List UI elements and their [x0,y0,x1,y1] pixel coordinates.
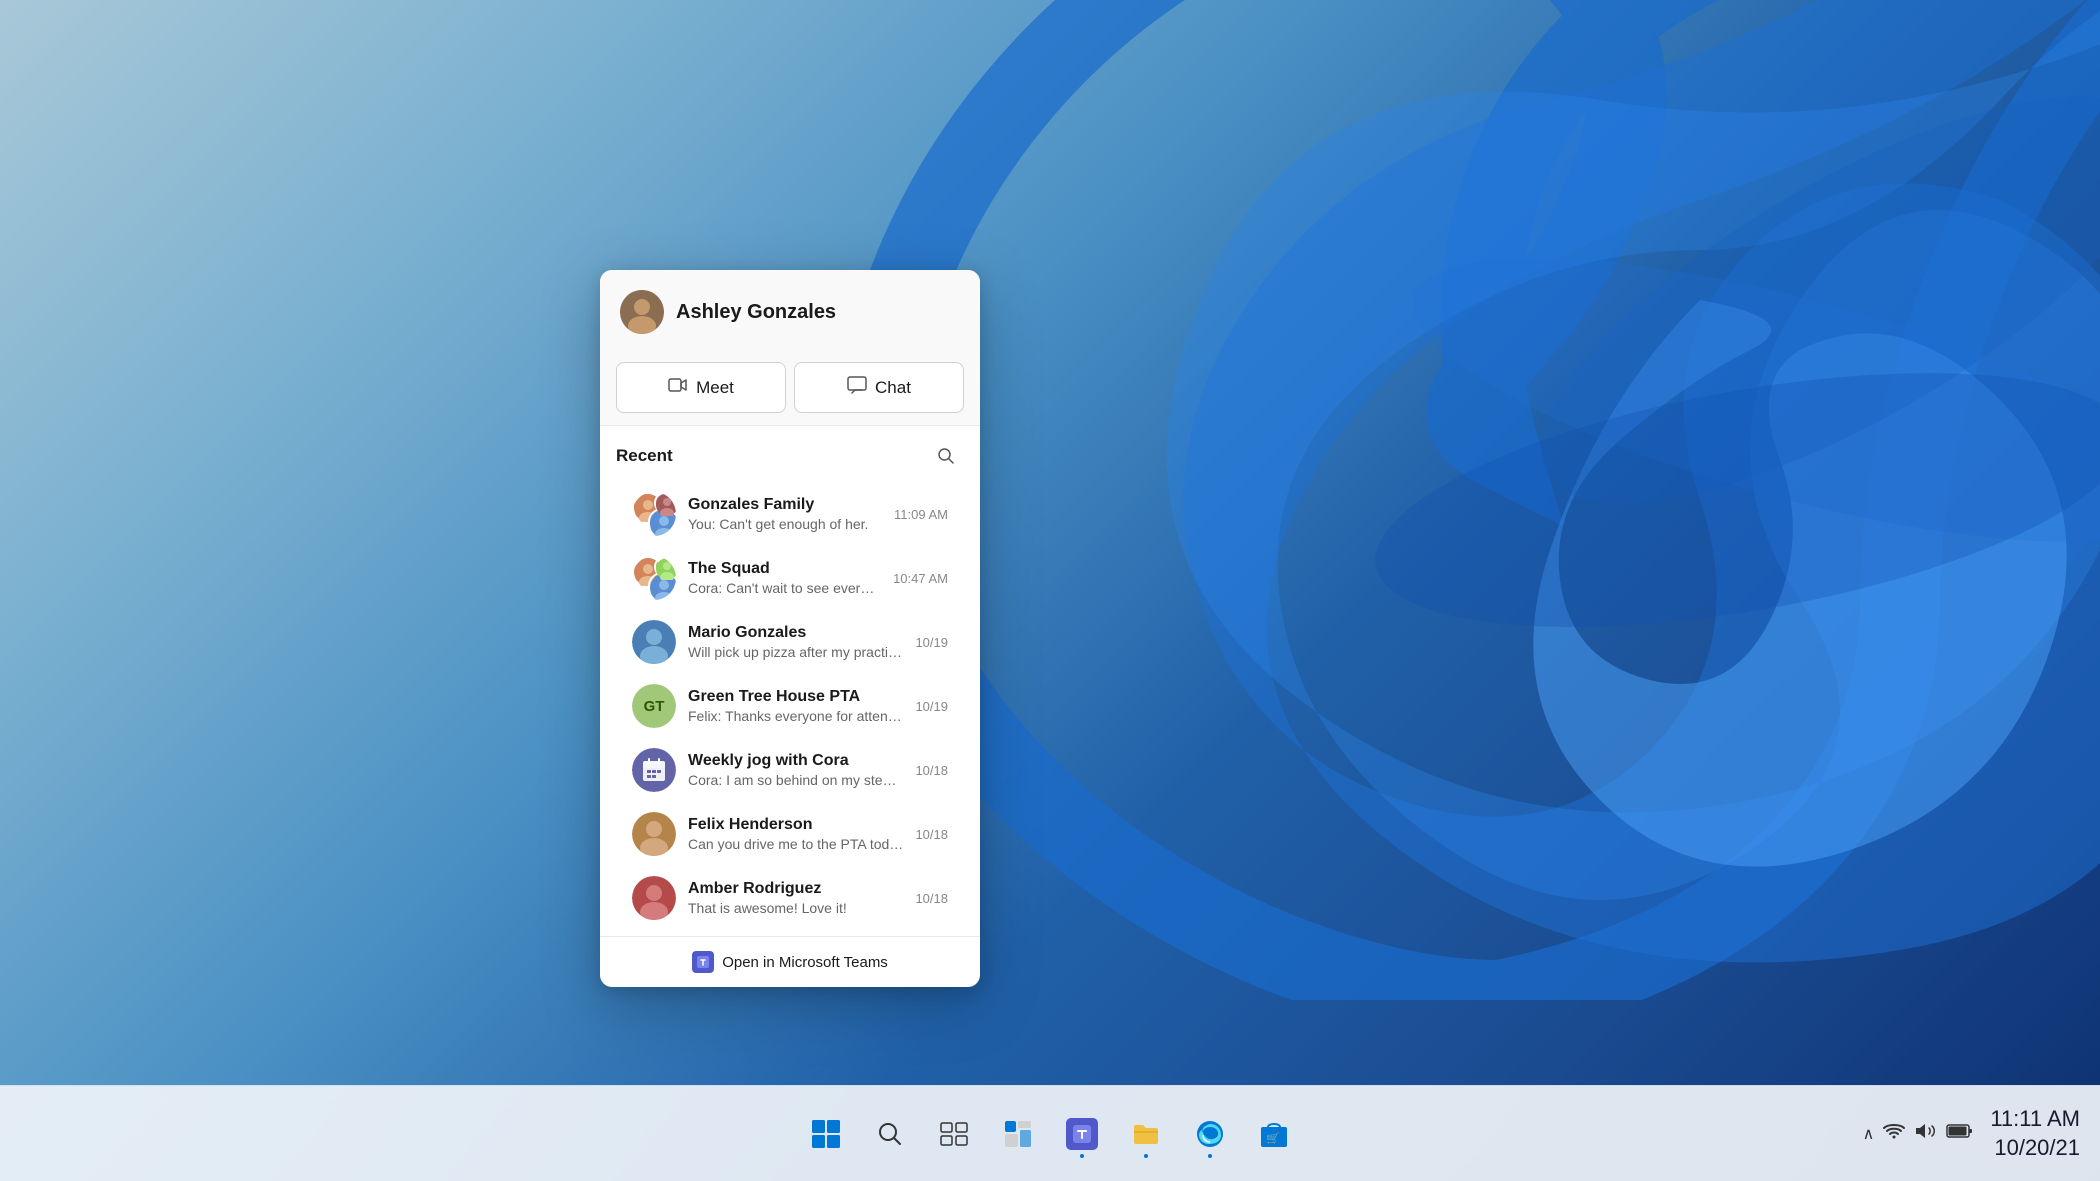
chat-item-info: Weekly jog with Cora Cora: I am so behin… [688,752,903,788]
recent-section: Recent [600,426,980,930]
chat-item-info: Green Tree House PTA Felix: Thanks every… [688,688,903,724]
chat-item-info: Amber Rodriguez That is awesome! Love it… [688,880,903,916]
list-item[interactable]: Weekly jog with Cora Cora: I am so behin… [616,738,964,802]
svg-text:🛒: 🛒 [1266,1132,1280,1145]
chat-actions: Meet Chat [600,350,980,426]
chat-item-info: The Squad Cora: Can't wait to see everyo… [688,560,881,596]
video-icon [668,375,688,400]
chat-item-time: 10/18 [915,891,948,906]
chat-item-name: Weekly jog with Cora [688,752,903,770]
taskbar-edge-button[interactable] [1184,1108,1236,1160]
chat-item-name: Gonzales Family [688,496,882,514]
group-avatar-the-squad [632,556,676,600]
group-avatar-gonzales-family [632,492,676,536]
user-avatar [620,290,664,334]
chat-item-time: 10:47 AM [893,571,948,586]
tray-expand-icon[interactable]: ∧ [1863,1124,1875,1144]
chat-item-preview: Will pick up pizza after my practice. [688,644,903,660]
taskbar-start-button[interactable] [800,1108,852,1160]
avatar-green-tree-house: GT [632,684,676,728]
chat-item-time: 10/18 [915,763,948,778]
taskbar-date-display: 10/20/21 [1990,1134,2080,1163]
chat-item-time: 10/19 [915,699,948,714]
list-item[interactable]: Amber Rodriguez That is awesome! Love it… [616,866,964,930]
chat-item-info: Gonzales Family You: Can't get enough of… [688,496,882,532]
chat-icon [847,375,867,400]
popup-user-name: Ashley Gonzales [676,301,836,324]
recent-header: Recent [616,438,964,474]
taskbar-store-button[interactable]: 🛒 [1248,1108,1300,1160]
chat-label: Chat [875,378,911,398]
open-teams-button[interactable]: Open in Microsoft Teams [600,936,980,987]
recent-label: Recent [616,446,673,466]
taskbar-system-tray: ∧ [1863,1105,2080,1162]
wifi-icon[interactable] [1882,1119,1906,1149]
meet-label: Meet [696,378,734,398]
meet-button[interactable]: Meet [616,362,786,413]
chat-item-preview: You: Can't get enough of her. [688,516,882,532]
battery-icon[interactable] [1946,1121,1974,1147]
wallpaper-swirl [800,0,2100,1000]
avatar-amber-rodriguez [632,876,676,920]
chat-item-name: Green Tree House PTA [688,688,903,706]
list-item[interactable]: Gonzales Family You: Can't get enough of… [616,482,964,546]
taskbar-taskview-button[interactable] [928,1108,980,1160]
volume-icon[interactable] [1914,1119,1938,1149]
list-item[interactable]: Mario Gonzales Will pick up pizza after … [616,610,964,674]
chat-item-time: 10/18 [915,827,948,842]
chat-item-time: 11:09 AM [894,507,948,522]
chat-item-name: The Squad [688,560,881,578]
avatar-mario-gonzales [632,620,676,664]
chat-item-info: Felix Henderson Can you drive me to the … [688,816,903,852]
gt-initials-avatar: GT [632,684,676,728]
chat-item-preview: That is awesome! Love it! [688,900,903,916]
taskbar-search-button[interactable] [864,1108,916,1160]
taskbar-widgets-button[interactable] [992,1108,1044,1160]
taskbar-center: 🛒 [800,1108,1300,1160]
avatar-image [620,290,664,334]
chat-item-name: Amber Rodriguez [688,880,903,898]
chat-list: Gonzales Family You: Can't get enough of… [616,482,964,930]
avatar-felix-henderson [632,812,676,856]
taskbar-explorer-button[interactable] [1120,1108,1172,1160]
calendar-icon [632,748,676,792]
list-item[interactable]: The Squad Cora: Can't wait to see everyo… [616,546,964,610]
taskbar-clock[interactable]: 11:11 AM 10/20/21 [1990,1105,2080,1162]
chat-item-name: Felix Henderson [688,816,903,834]
open-teams-label: Open in Microsoft Teams [722,954,888,971]
chat-item-preview: Felix: Thanks everyone for attending tod… [688,708,903,724]
list-item[interactable]: Felix Henderson Can you drive me to the … [616,802,964,866]
chat-popup-header: Ashley Gonzales [600,270,980,350]
system-icons: ∧ [1863,1119,1975,1149]
teams-icon [692,951,714,973]
chat-item-time: 10/19 [915,635,948,650]
chat-item-preview: Can you drive me to the PTA today? [688,836,903,852]
chat-item-name: Mario Gonzales [688,624,903,642]
taskbar-time-display: 11:11 AM [1990,1105,2080,1134]
taskbar: 🛒 ∧ [0,1085,2100,1181]
chat-item-preview: Cora: I am so behind on my step goals. [688,772,903,788]
search-button[interactable] [928,438,964,474]
avatar-weekly-jog [632,748,676,792]
chat-item-info: Mario Gonzales Will pick up pizza after … [688,624,903,660]
desktop: Ashley Gonzales Meet [0,0,2100,1181]
chat-button[interactable]: Chat [794,362,964,413]
chat-item-preview: Cora: Can't wait to see everyone! [688,580,881,596]
list-item[interactable]: GT Green Tree House PTA Felix: Thanks ev… [616,674,964,738]
taskbar-teams-button[interactable] [1056,1108,1108,1160]
chat-popup: Ashley Gonzales Meet [600,270,980,987]
